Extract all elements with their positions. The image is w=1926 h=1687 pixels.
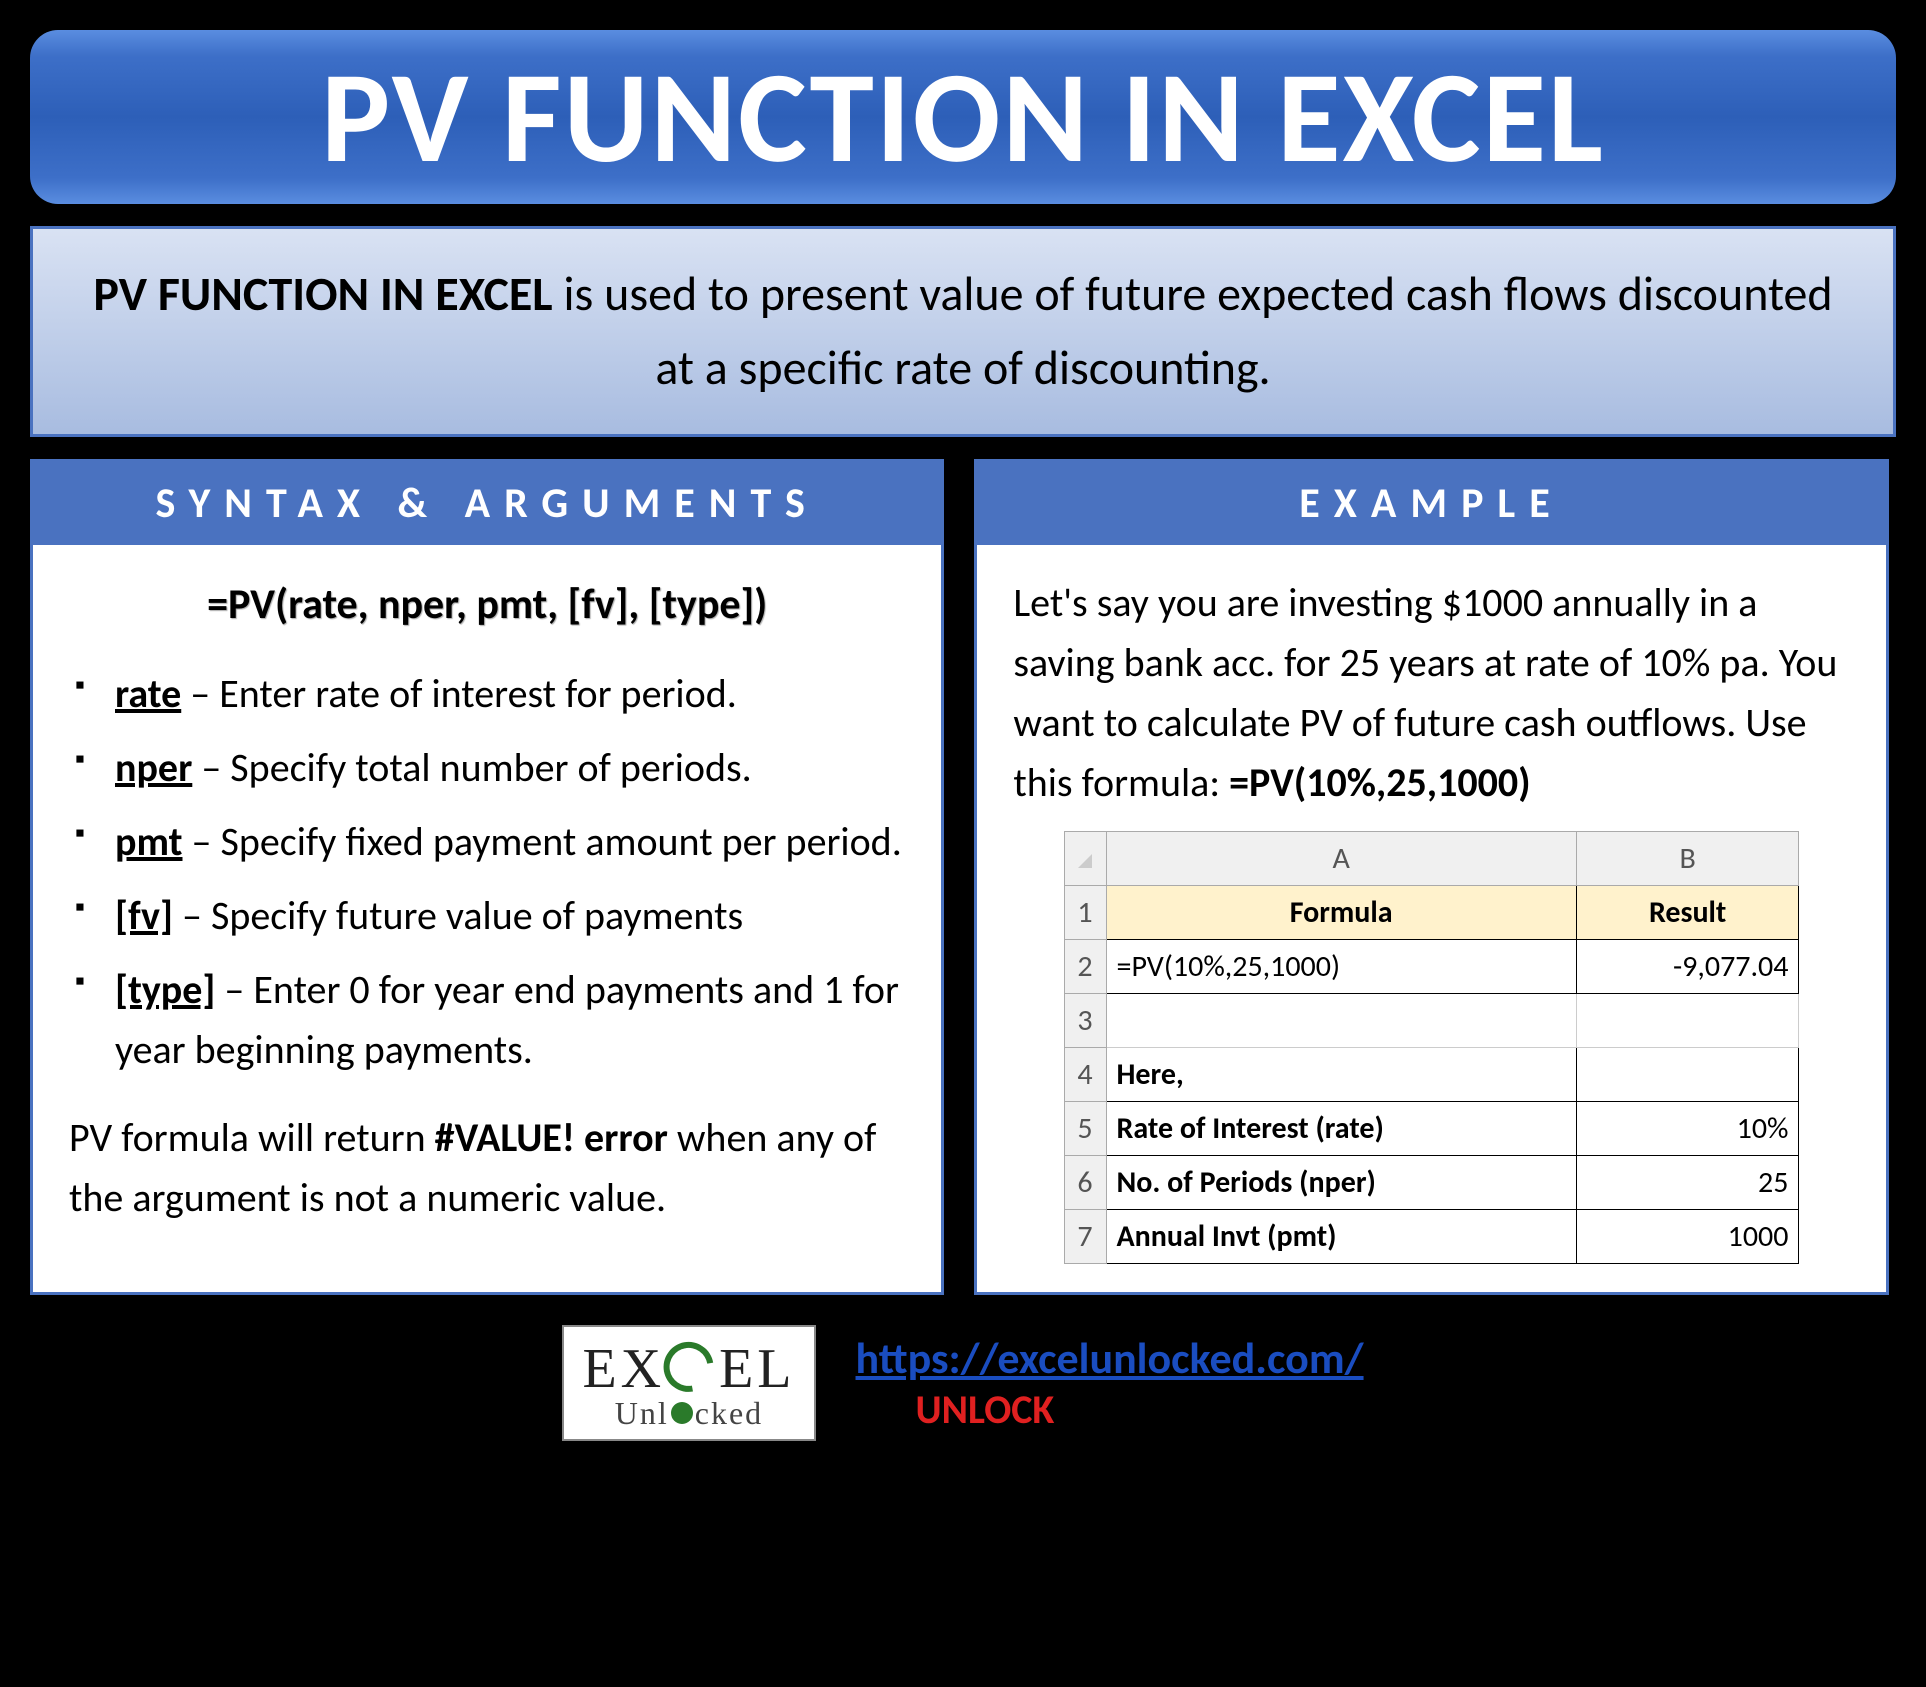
- description-rest: is used to present value of future expec…: [553, 264, 1833, 397]
- cell-b3: [1576, 993, 1799, 1047]
- arg-desc: – Enter rate of interest for period.: [181, 669, 737, 718]
- grid-corner: [1064, 831, 1106, 885]
- description-box: PV FUNCTION IN EXCEL is used to present …: [30, 226, 1896, 437]
- cell-b5: 10%: [1576, 1101, 1799, 1155]
- arg-desc: – Enter 0 for year end payments and 1 fo…: [115, 965, 899, 1074]
- cell-a1: Formula: [1106, 885, 1576, 939]
- description-text: PV FUNCTION IN EXCEL is used to present …: [73, 257, 1853, 406]
- example-formula: =PV(10%,25,1000): [1229, 758, 1531, 807]
- row-header: 3: [1064, 993, 1106, 1047]
- logo: EX EL Unlcked: [562, 1325, 815, 1441]
- row-header: 1: [1064, 885, 1106, 939]
- description-bold: PV FUNCTION IN EXCEL: [93, 264, 552, 323]
- select-all-icon: [1078, 854, 1092, 868]
- cell-b6: 25: [1576, 1155, 1799, 1209]
- syntax-header: SYNTAX & ARGUMENTS: [33, 462, 941, 545]
- error-note: PV formula will return #VALUE! error whe…: [69, 1108, 905, 1228]
- arg-rate: rate – Enter rate of interest for period…: [69, 664, 905, 724]
- cell-a5: Rate of Interest (rate): [1106, 1101, 1576, 1155]
- arg-desc: – Specify future value of payments: [173, 891, 743, 940]
- logo-text-el: EL: [719, 1341, 795, 1397]
- cell-b7: 1000: [1576, 1209, 1799, 1263]
- col-header-a: A: [1106, 831, 1576, 885]
- cell-b4: [1576, 1047, 1799, 1101]
- logo-top: EX EL: [582, 1337, 795, 1397]
- row-header: 6: [1064, 1155, 1106, 1209]
- row-header: 7: [1064, 1209, 1106, 1263]
- footer-unlock-text: UNLOCK: [916, 1385, 1364, 1434]
- example-header: EXAMPLE: [977, 462, 1885, 545]
- footer-links: https://excelunlocked.com/ UNLOCK: [856, 1331, 1364, 1434]
- row-header: 2: [1064, 939, 1106, 993]
- logo-text-cked: cked: [695, 1397, 763, 1429]
- cell-b1: Result: [1576, 885, 1799, 939]
- example-column: EXAMPLE Let's say you are investing $100…: [974, 459, 1888, 1295]
- page-title: PV FUNCTION IN EXCEL: [30, 52, 1896, 182]
- footer: EX EL Unlcked https://excelunlocked.com/ …: [30, 1325, 1896, 1441]
- argument-list: rate – Enter rate of interest for period…: [69, 664, 905, 1080]
- arg-name: nper: [115, 743, 192, 792]
- arg-name: [fv]: [115, 891, 173, 940]
- arg-pmt: pmt – Specify fixed payment amount per p…: [69, 812, 905, 872]
- col-header-b: B: [1576, 831, 1799, 885]
- row-header: 5: [1064, 1101, 1106, 1155]
- syntax-formula: =PV(rate, nper, pmt, [fv], [type]): [69, 573, 905, 636]
- keyhole-icon: [671, 1402, 693, 1424]
- arg-nper: nper – Specify total number of periods.: [69, 738, 905, 798]
- cell-a4: Here,: [1106, 1047, 1576, 1101]
- arg-name: rate: [115, 669, 181, 718]
- arg-fv: [fv] – Specify future value of payments: [69, 886, 905, 946]
- syntax-column: SYNTAX & ARGUMENTS =PV(rate, nper, pmt, …: [30, 459, 944, 1295]
- arg-name: [type]: [115, 965, 215, 1014]
- syntax-body: =PV(rate, nper, pmt, [fv], [type]) rate …: [33, 545, 941, 1256]
- example-body: Let's say you are investing $1000 annual…: [977, 545, 1885, 1292]
- columns: SYNTAX & ARGUMENTS =PV(rate, nper, pmt, …: [30, 459, 1896, 1295]
- cell-a2: =PV(10%,25,1000): [1106, 939, 1576, 993]
- logo-text-unl: Unl: [615, 1397, 669, 1429]
- excel-grid: A B 1 Formula Result 2 =PV(10%,25,1000) …: [1064, 831, 1800, 1264]
- logo-text-ex: EX: [582, 1341, 665, 1397]
- arg-desc: – Specify total number of periods.: [192, 743, 751, 792]
- arg-name: pmt: [115, 817, 183, 866]
- title-bar: PV FUNCTION IN EXCEL: [30, 30, 1896, 204]
- cell-a7: Annual Invt (pmt): [1106, 1209, 1576, 1263]
- example-text: Let's say you are investing $1000 annual…: [1013, 573, 1849, 813]
- logo-bottom: Unlcked: [615, 1397, 763, 1429]
- arg-type: [type] – Enter 0 for year end payments a…: [69, 960, 905, 1080]
- note-pre: PV formula will return: [69, 1113, 435, 1162]
- cell-b2: -9,077.04: [1576, 939, 1799, 993]
- cell-a6: No. of Periods (nper): [1106, 1155, 1576, 1209]
- arg-desc: – Specify fixed payment amount per perio…: [183, 817, 902, 866]
- cell-a3: [1106, 993, 1576, 1047]
- note-bold: #VALUE! error: [435, 1113, 668, 1162]
- footer-url-link[interactable]: https://excelunlocked.com/: [856, 1331, 1364, 1385]
- row-header: 4: [1064, 1047, 1106, 1101]
